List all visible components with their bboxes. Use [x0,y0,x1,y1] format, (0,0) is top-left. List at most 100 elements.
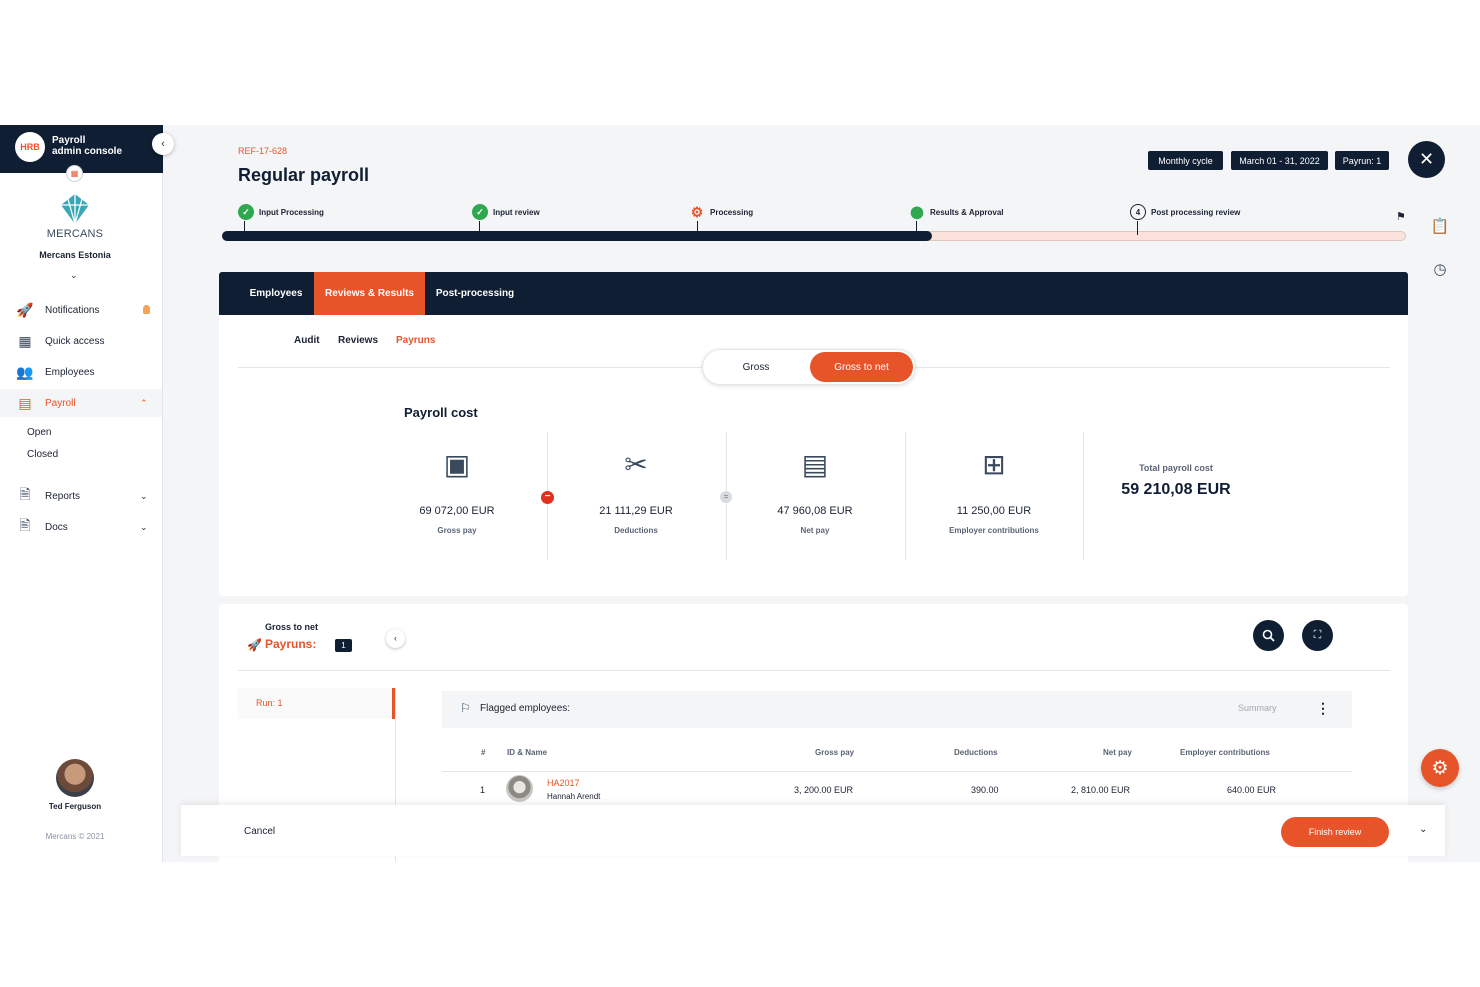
row-number: 1 [480,785,486,795]
subtab-reviews[interactable]: Reviews [338,335,378,346]
more-options-icon[interactable]: ⋮ [1316,700,1330,717]
payroll-cost-card: Audit Reviews Payruns Gross Gross to net… [219,315,1408,596]
payroll-sub-open[interactable]: Open [27,427,51,438]
sidebar-item-payroll[interactable]: ▤ Payroll ⌃ [0,389,162,417]
expand-icon: ⛶ [1313,629,1322,641]
search-icon [1262,629,1275,642]
step-label: Input review [493,207,540,217]
expand-button[interactable]: ⛶ [1302,620,1333,651]
gross-pay-cell: 3, 200.00 EUR [794,785,854,795]
run-list-item[interactable]: Run: 1 [238,688,395,719]
cycle-chip: Monthly cycle [1148,151,1223,170]
toggle-gross[interactable]: Gross [707,352,805,382]
metric-net-pay: ▤ 47 960,08 EUR Net pay [726,445,904,535]
chevron-left-icon[interactable]: ‹ [386,629,405,648]
collapse-sidebar-button[interactable]: ‹ [152,133,174,155]
flagged-employees-bar: ⚐ Flagged employees: Summary ⋮ [442,691,1352,728]
sidebar-item-notifications[interactable]: 🚀 Notifications [0,296,162,324]
payroll-sub-closed[interactable]: Closed [27,449,58,460]
chevron-up-icon: ⌃ [140,397,148,408]
employer-contributions-cell: 640.00 EUR [1227,785,1277,795]
step-tick [697,221,698,235]
metric-gross-pay: ▣ 69 072,00 EUR Gross pay [368,445,546,535]
console-title: Payroll admin console [52,135,123,157]
sidebar-item-docs[interactable]: 🖹 Docs ⌄ [0,513,162,541]
sidebar-item-employees[interactable]: 👥 Employees [0,358,162,386]
metric-value: 11 250,00 EUR [956,505,1032,517]
sidebar-item-reports[interactable]: 🗎 Reports ⌄ [0,482,162,510]
rocket-icon: 🚀 [16,301,34,318]
payruns-label: Payruns: [265,637,317,651]
user-name: Ted Ferguson [48,802,102,811]
step-post-processing-review[interactable]: 4 Post processing review [1130,204,1240,220]
employee-name: Hannah Arendt [547,792,601,801]
company-selector[interactable]: Mercans Estonia [0,250,150,260]
divider [442,771,1352,772]
chevron-down-icon[interactable]: ⌄ [70,270,78,281]
avatar [506,775,533,802]
docs-icon: 🖹 [19,517,31,533]
employee-id-link[interactable]: HA2017 [547,778,580,788]
brand-name: MERCANS [46,228,104,240]
cancel-button[interactable]: Cancel [244,826,275,837]
toggle-gross-to-net[interactable]: Gross to net [810,352,913,382]
minus-icon: − [541,491,554,504]
column-header: Deductions [954,748,998,757]
summary-link[interactable]: Summary [1238,703,1277,713]
payruns-count-badge: 1 [335,639,352,652]
clock-icon[interactable]: ◷ [1430,259,1450,279]
metric-label: Employer contributions [949,526,1039,535]
sidebar-item-label: Docs [45,521,68,533]
metric-label: Gross pay [437,526,477,535]
settings-fab[interactable]: ⚙ [1421,749,1459,787]
net-pay-cell: 2, 810.00 EUR [1071,785,1131,795]
sidebar-item-label: Payroll [45,397,76,409]
step-number: 4 [1130,204,1146,220]
sidebar-item-label: Reports [45,490,81,502]
avatar[interactable] [56,759,94,797]
step-label: Results & Approval [930,207,1004,217]
cash-icon: ▣ [443,449,471,480]
subtab-audit[interactable]: Audit [294,335,320,346]
subtab-payruns[interactable]: Payruns [396,335,435,346]
chevron-down-icon[interactable]: ⌄ [1419,824,1427,835]
gear-icon: ⚙ [1431,757,1449,779]
step-tick [479,221,480,235]
column-header: # [481,748,486,757]
column-header: Gross pay [815,748,855,757]
tab-post-processing[interactable]: Post-processing [425,272,525,315]
metric-value: 69 072,00 EUR [419,505,495,517]
sidebar-header: HRB Payroll admin console [0,125,163,173]
notification-bell-icon [143,305,150,314]
apps-grid-icon[interactable]: ▦ [66,165,83,182]
search-button[interactable] [1253,620,1284,651]
step-processing[interactable]: ⚙ Processing [689,204,753,220]
finish-review-button[interactable]: Finish review [1281,817,1389,847]
chevron-down-icon: ⌄ [140,490,148,501]
map-pin-icon: ⬤ [910,205,924,219]
app-window: HRB Payroll admin console ‹ ▦ MERCANS Me… [0,125,1480,862]
period-chip: March 01 - 31, 2022 [1231,151,1328,170]
column-header: ID & Name [507,748,548,757]
column-header: Net pay [1103,748,1132,757]
close-button[interactable]: ✕ [1408,141,1445,178]
rocket-icon: 🚀 [247,638,262,652]
page-title: Regular payroll [238,165,370,185]
step-results-approval[interactable]: ⬤ Results & Approval [909,204,1004,220]
main-tabs: Employees Reviews & Results Post-process… [219,272,1408,315]
payrun-chip: Payrun: 1 [1335,151,1389,170]
calculator-icon: ▤ [18,394,32,411]
sidebar-item-quick-access[interactable]: ▦ Quick access [0,327,162,355]
copyright: Mercans © 2021 [45,832,105,841]
step-input-review[interactable]: ✓ Input review [472,204,540,220]
tab-employees[interactable]: Employees [239,272,313,315]
view-toggle: Gross Gross to net [702,349,916,385]
mercans-logo-icon [61,194,89,225]
clipboard-icon[interactable]: 📋 [1430,216,1450,236]
deductions-cell: 390.00 [971,785,999,795]
metric-value: 47 960,08 EUR [777,505,853,517]
progress-fill [222,231,932,241]
scissors-cash-icon: ✂ [624,449,648,480]
step-input-processing[interactable]: ✓ Input Processing [238,204,324,220]
tab-reviews-results[interactable]: Reviews & Results [314,272,425,315]
